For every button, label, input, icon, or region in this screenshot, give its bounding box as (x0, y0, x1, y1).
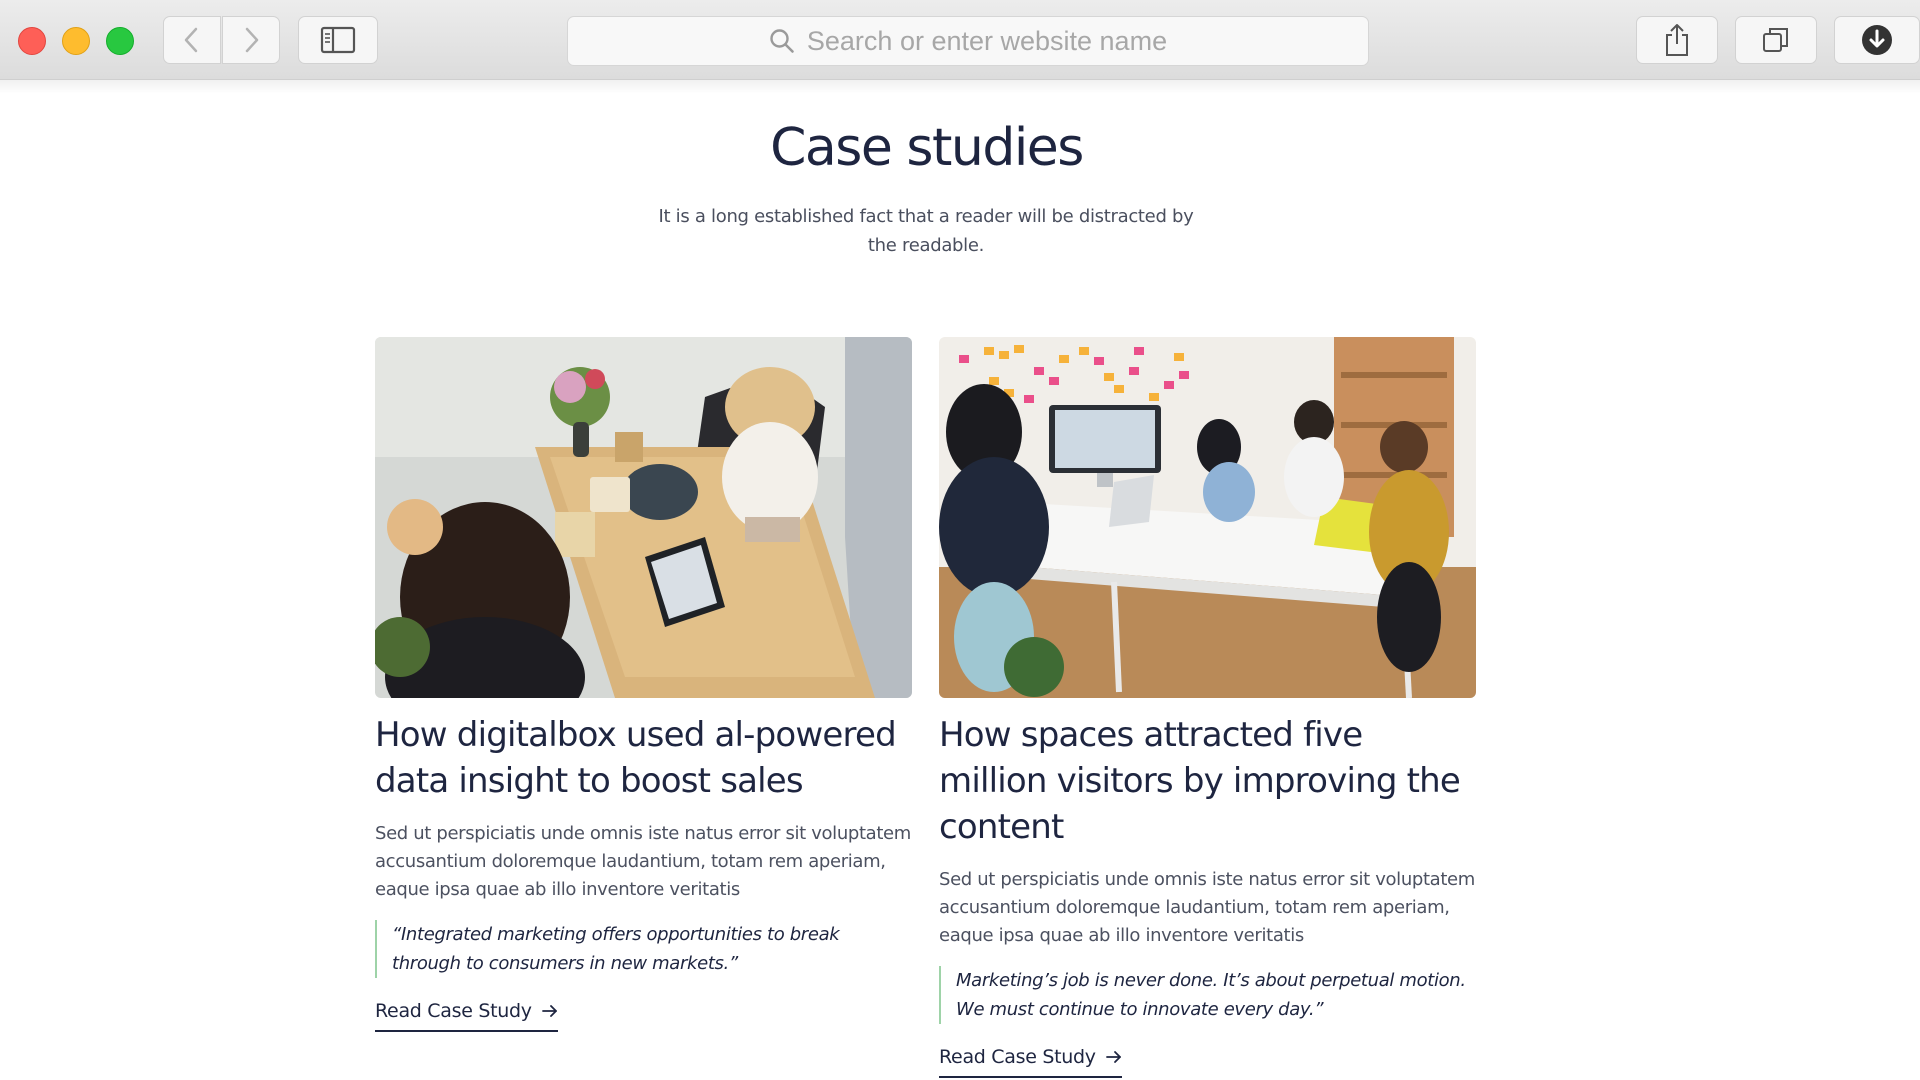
read-case-study-label: Read Case Study (939, 1046, 1096, 1068)
forward-button[interactable] (222, 16, 280, 64)
case-study-title: How digitalbox used al-powered data insi… (375, 715, 897, 801)
minimize-window-button[interactable] (62, 27, 90, 55)
case-study-description: Sed ut perspiciatis unde omnis iste natu… (375, 823, 911, 900)
sidebar-toggle-button[interactable] (298, 16, 378, 64)
share-button[interactable] (1636, 16, 1718, 64)
arrow-right-icon (1105, 1051, 1121, 1063)
downloads-button[interactable] (1834, 16, 1920, 64)
case-study-card: How digitalbox used al-powered data insi… (375, 337, 912, 1032)
case-study-title: How spaces attracted five million visito… (939, 715, 1461, 847)
sidebar-icon (320, 26, 356, 54)
address-placeholder: Search or enter website name (806, 25, 1168, 56)
photo-team-meeting (939, 337, 1476, 698)
page-title: Case studies (770, 118, 1084, 178)
case-study-image[interactable] (939, 337, 1476, 698)
read-case-study-label: Read Case Study (375, 1000, 532, 1022)
chevron-left-icon (184, 27, 198, 53)
arrow-right-icon (541, 1005, 557, 1017)
photo-desk-meeting (375, 337, 912, 698)
close-window-button[interactable] (18, 27, 46, 55)
tabs-icon (1763, 28, 1788, 52)
back-button[interactable] (163, 16, 221, 64)
zoom-window-button[interactable] (106, 27, 134, 55)
chevron-right-icon (245, 27, 259, 53)
case-study-card: How spaces attracted five million visito… (939, 337, 1476, 1078)
page-subtitle: It is a long established fact that a rea… (658, 206, 1194, 256)
toolbar-shadow (0, 80, 1920, 94)
tab-overview-button[interactable] (1735, 16, 1817, 64)
address-bar[interactable]: Search or enter website name (567, 16, 1369, 66)
case-study-quote: Marketing’s job is never done. It’s abou… (939, 966, 1476, 1024)
case-study-description: Sed ut perspiciatis unde omnis iste natu… (939, 869, 1475, 946)
download-icon (1862, 25, 1892, 55)
case-study-quote: “Integrated marketing offers opportuniti… (375, 920, 912, 978)
read-case-study-link[interactable]: Read Case Study (375, 1000, 558, 1032)
share-icon (1666, 24, 1688, 56)
case-study-image[interactable] (375, 337, 912, 698)
browser-toolbar: Search or enter website name (0, 0, 1920, 80)
search-icon (770, 29, 794, 53)
read-case-study-link[interactable]: Read Case Study (939, 1046, 1122, 1078)
